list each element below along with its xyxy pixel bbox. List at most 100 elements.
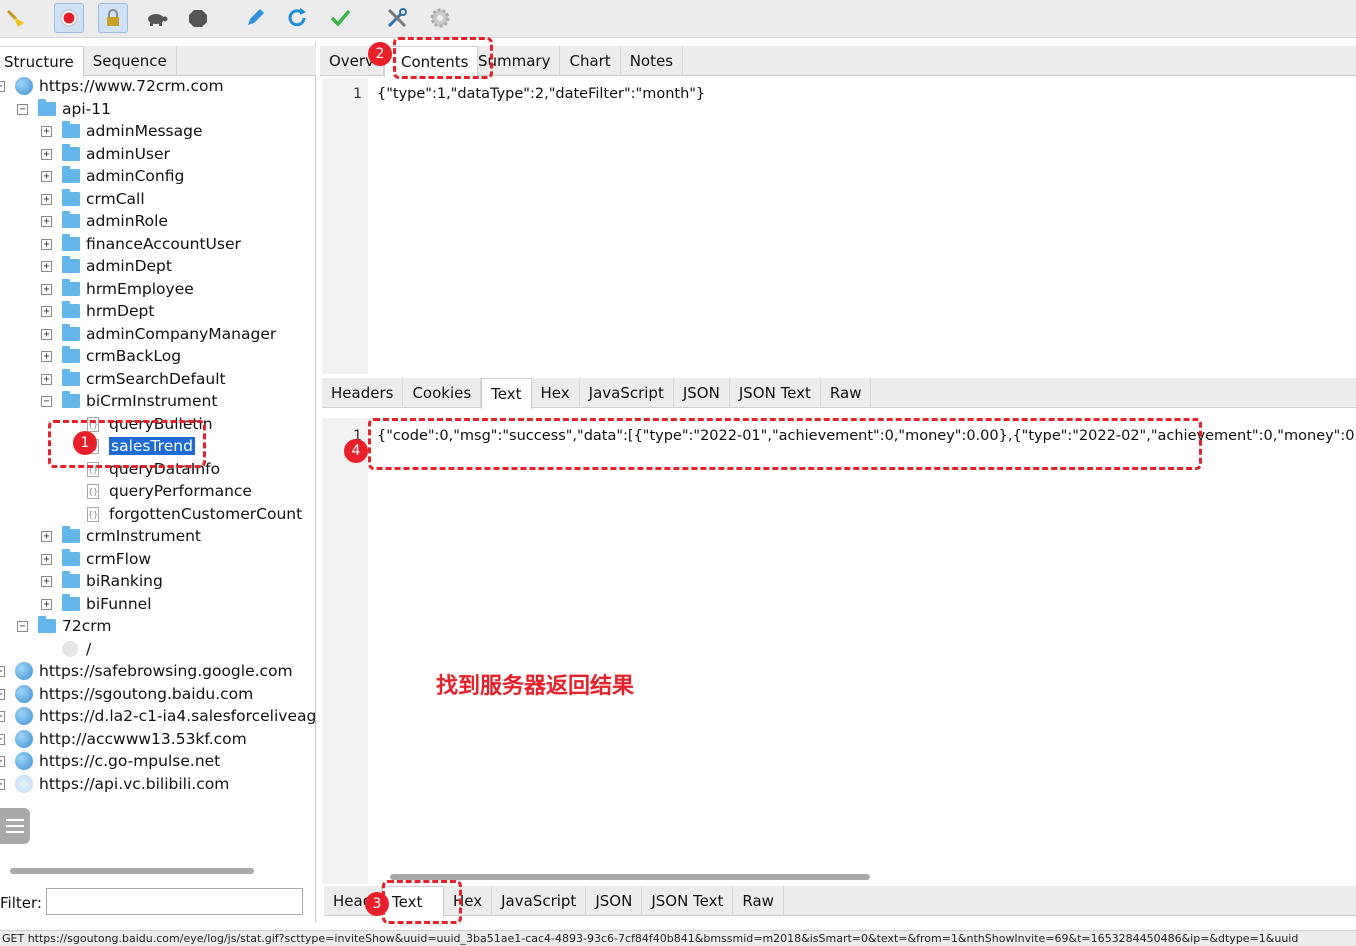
tree-node-request[interactable]: / bbox=[62, 638, 91, 660]
horizontal-scrollbar[interactable] bbox=[10, 868, 254, 874]
request-body-editor[interactable]: 1 {"type":1,"dataType":2,"dateFilter":"m… bbox=[322, 78, 1356, 374]
expand-icon[interactable]: + bbox=[41, 260, 52, 272]
tree-node-host[interactable]: + https://d.la2-c1-ia4.salesforceliveager bbox=[0, 705, 316, 727]
tree-node-folder[interactable]: + crmFlow bbox=[41, 548, 151, 570]
tree-node-folder[interactable]: + adminCompanyManager bbox=[41, 323, 276, 345]
expand-icon[interactable]: + bbox=[41, 328, 52, 340]
tree-node-folder[interactable]: + hrmDept bbox=[41, 300, 154, 322]
tree-node-label: api-11 bbox=[62, 100, 111, 118]
settings-gear-icon[interactable] bbox=[425, 3, 455, 33]
tree-node-host[interactable]: + https://api.vc.bilibili.com bbox=[0, 773, 229, 795]
collapse-icon[interactable]: − bbox=[17, 103, 28, 115]
record-button[interactable] bbox=[54, 3, 84, 33]
tree-node-host[interactable]: + https://sgoutong.baidu.com bbox=[0, 683, 253, 705]
breakpoint-stop-icon[interactable] bbox=[183, 3, 213, 33]
tree-node-folder[interactable]: + biRanking bbox=[41, 570, 163, 592]
tree-node-folder[interactable]: + biFunnel bbox=[41, 593, 152, 615]
tree-node-folder[interactable]: + financeAccountUser bbox=[41, 233, 241, 255]
response-body-editor[interactable]: 1 {"code":0,"msg":"success","data":[{"ty… bbox=[322, 418, 1356, 884]
collapse-icon[interactable]: − bbox=[41, 395, 52, 407]
tree-node-folder[interactable]: + adminDept bbox=[41, 255, 172, 277]
tab-response-javascript[interactable]: JavaScript bbox=[492, 886, 587, 916]
tree-node-label: crmBackLog bbox=[86, 347, 182, 365]
expand-icon[interactable]: + bbox=[0, 710, 5, 722]
expand-icon[interactable]: + bbox=[0, 755, 5, 767]
expand-icon[interactable]: + bbox=[41, 373, 52, 385]
collapse-icon[interactable]: − bbox=[17, 620, 28, 632]
broom-icon[interactable] bbox=[0, 3, 30, 33]
expand-icon[interactable]: + bbox=[41, 350, 52, 362]
expand-icon[interactable]: + bbox=[0, 688, 5, 700]
expand-icon[interactable]: + bbox=[0, 778, 5, 790]
tree-node-label: crmCall bbox=[86, 190, 145, 208]
tab-request-cookies[interactable]: Cookies bbox=[403, 378, 482, 408]
tree-node-folder[interactable]: + adminMessage bbox=[41, 120, 203, 142]
folder-icon bbox=[38, 99, 56, 116]
expand-icon[interactable]: + bbox=[41, 238, 52, 250]
expand-icon[interactable]: + bbox=[0, 665, 5, 677]
tree-node-folder[interactable]: + crmSearchDefault bbox=[41, 368, 226, 390]
tab-sequence[interactable]: Sequence bbox=[84, 46, 177, 76]
annotation-badge-4: 4 bbox=[344, 439, 368, 463]
tab-request-json[interactable]: JSON bbox=[674, 378, 730, 408]
tree-node-request[interactable]: {} queryPerformance bbox=[87, 480, 252, 502]
validate-check-icon[interactable] bbox=[325, 3, 355, 33]
tree-node-folder[interactable]: + hrmEmployee bbox=[41, 278, 194, 300]
tree-node-folder[interactable]: + crmInstrument bbox=[41, 525, 201, 547]
tree-node-folder[interactable]: − biCrmInstrument bbox=[41, 390, 217, 412]
expand-icon[interactable]: + bbox=[41, 193, 52, 205]
tab-chart[interactable]: Chart bbox=[560, 46, 621, 76]
tab-request-hex[interactable]: Hex bbox=[532, 378, 580, 408]
filter-input[interactable] bbox=[46, 888, 303, 915]
tools-icon[interactable] bbox=[382, 3, 412, 33]
tree-node-request[interactable]: {} forgottenCustomerCount bbox=[87, 503, 302, 525]
tree-node-folder[interactable]: − 72crm bbox=[17, 615, 111, 637]
tree-node-folder[interactable]: − api-11 bbox=[17, 98, 111, 120]
tab-request-headers[interactable]: Headers bbox=[322, 378, 404, 408]
request-format-tab-bar: Headers Cookies Text Hex JavaScript JSON… bbox=[322, 378, 1356, 409]
expand-icon[interactable]: + bbox=[41, 170, 52, 182]
expand-icon[interactable]: + bbox=[41, 283, 52, 295]
tree-node-host[interactable]: + https://safebrowsing.google.com bbox=[0, 660, 293, 682]
tree-node-label: queryPerformance bbox=[109, 482, 252, 500]
ssl-lock-icon[interactable] bbox=[98, 3, 128, 33]
tree-node-host[interactable]: − https://www.72crm.com bbox=[0, 75, 224, 97]
tree-node-label: https://c.go-mpulse.net bbox=[39, 752, 221, 770]
tree-node-host[interactable]: + http://accwww13.53kf.com bbox=[0, 728, 247, 750]
expand-icon[interactable]: + bbox=[41, 305, 52, 317]
tab-request-raw[interactable]: Raw bbox=[821, 378, 872, 408]
menu-button[interactable] bbox=[0, 808, 30, 844]
tree-node-folder[interactable]: + adminUser bbox=[41, 143, 170, 165]
tab-response-json[interactable]: JSON bbox=[586, 886, 643, 916]
tree-node-host[interactable]: + https://c.go-mpulse.net bbox=[0, 750, 220, 772]
expand-icon[interactable]: + bbox=[41, 553, 52, 565]
tab-request-json-text[interactable]: JSON Text bbox=[730, 378, 821, 408]
edit-pen-icon[interactable] bbox=[240, 3, 270, 33]
collapse-icon[interactable]: − bbox=[0, 80, 5, 92]
expand-icon[interactable]: + bbox=[41, 598, 52, 610]
expand-icon[interactable]: + bbox=[41, 575, 52, 587]
expand-icon[interactable]: + bbox=[41, 125, 52, 137]
annotation-box-1 bbox=[48, 420, 206, 468]
repeat-refresh-icon[interactable] bbox=[282, 3, 312, 33]
tree-node-folder[interactable]: + adminConfig bbox=[41, 165, 184, 187]
expand-icon[interactable]: + bbox=[41, 530, 52, 542]
expand-icon[interactable]: + bbox=[0, 733, 5, 745]
globe-icon bbox=[15, 707, 33, 725]
tab-notes[interactable]: Notes bbox=[621, 46, 684, 76]
tree-node-label: adminConfig bbox=[86, 167, 185, 185]
tree-node-folder[interactable]: + crmBackLog bbox=[41, 345, 181, 367]
tree-node-folder[interactable]: + adminRole bbox=[41, 210, 168, 232]
throttle-turtle-icon[interactable] bbox=[141, 3, 171, 33]
annotation-badge-3: 3 bbox=[365, 892, 389, 916]
tab-request-text[interactable]: Text bbox=[481, 378, 532, 409]
horizontal-scrollbar[interactable] bbox=[390, 874, 870, 880]
tab-request-javascript[interactable]: JavaScript bbox=[580, 378, 674, 408]
tab-response-raw[interactable]: Raw bbox=[733, 886, 784, 916]
expand-icon[interactable]: + bbox=[41, 148, 52, 160]
tab-response-json-text[interactable]: JSON Text bbox=[642, 886, 734, 916]
expand-icon[interactable]: + bbox=[41, 215, 52, 227]
globe-icon bbox=[15, 77, 33, 95]
tab-structure[interactable]: Structure bbox=[0, 46, 84, 77]
tree-node-folder[interactable]: + crmCall bbox=[41, 188, 145, 210]
